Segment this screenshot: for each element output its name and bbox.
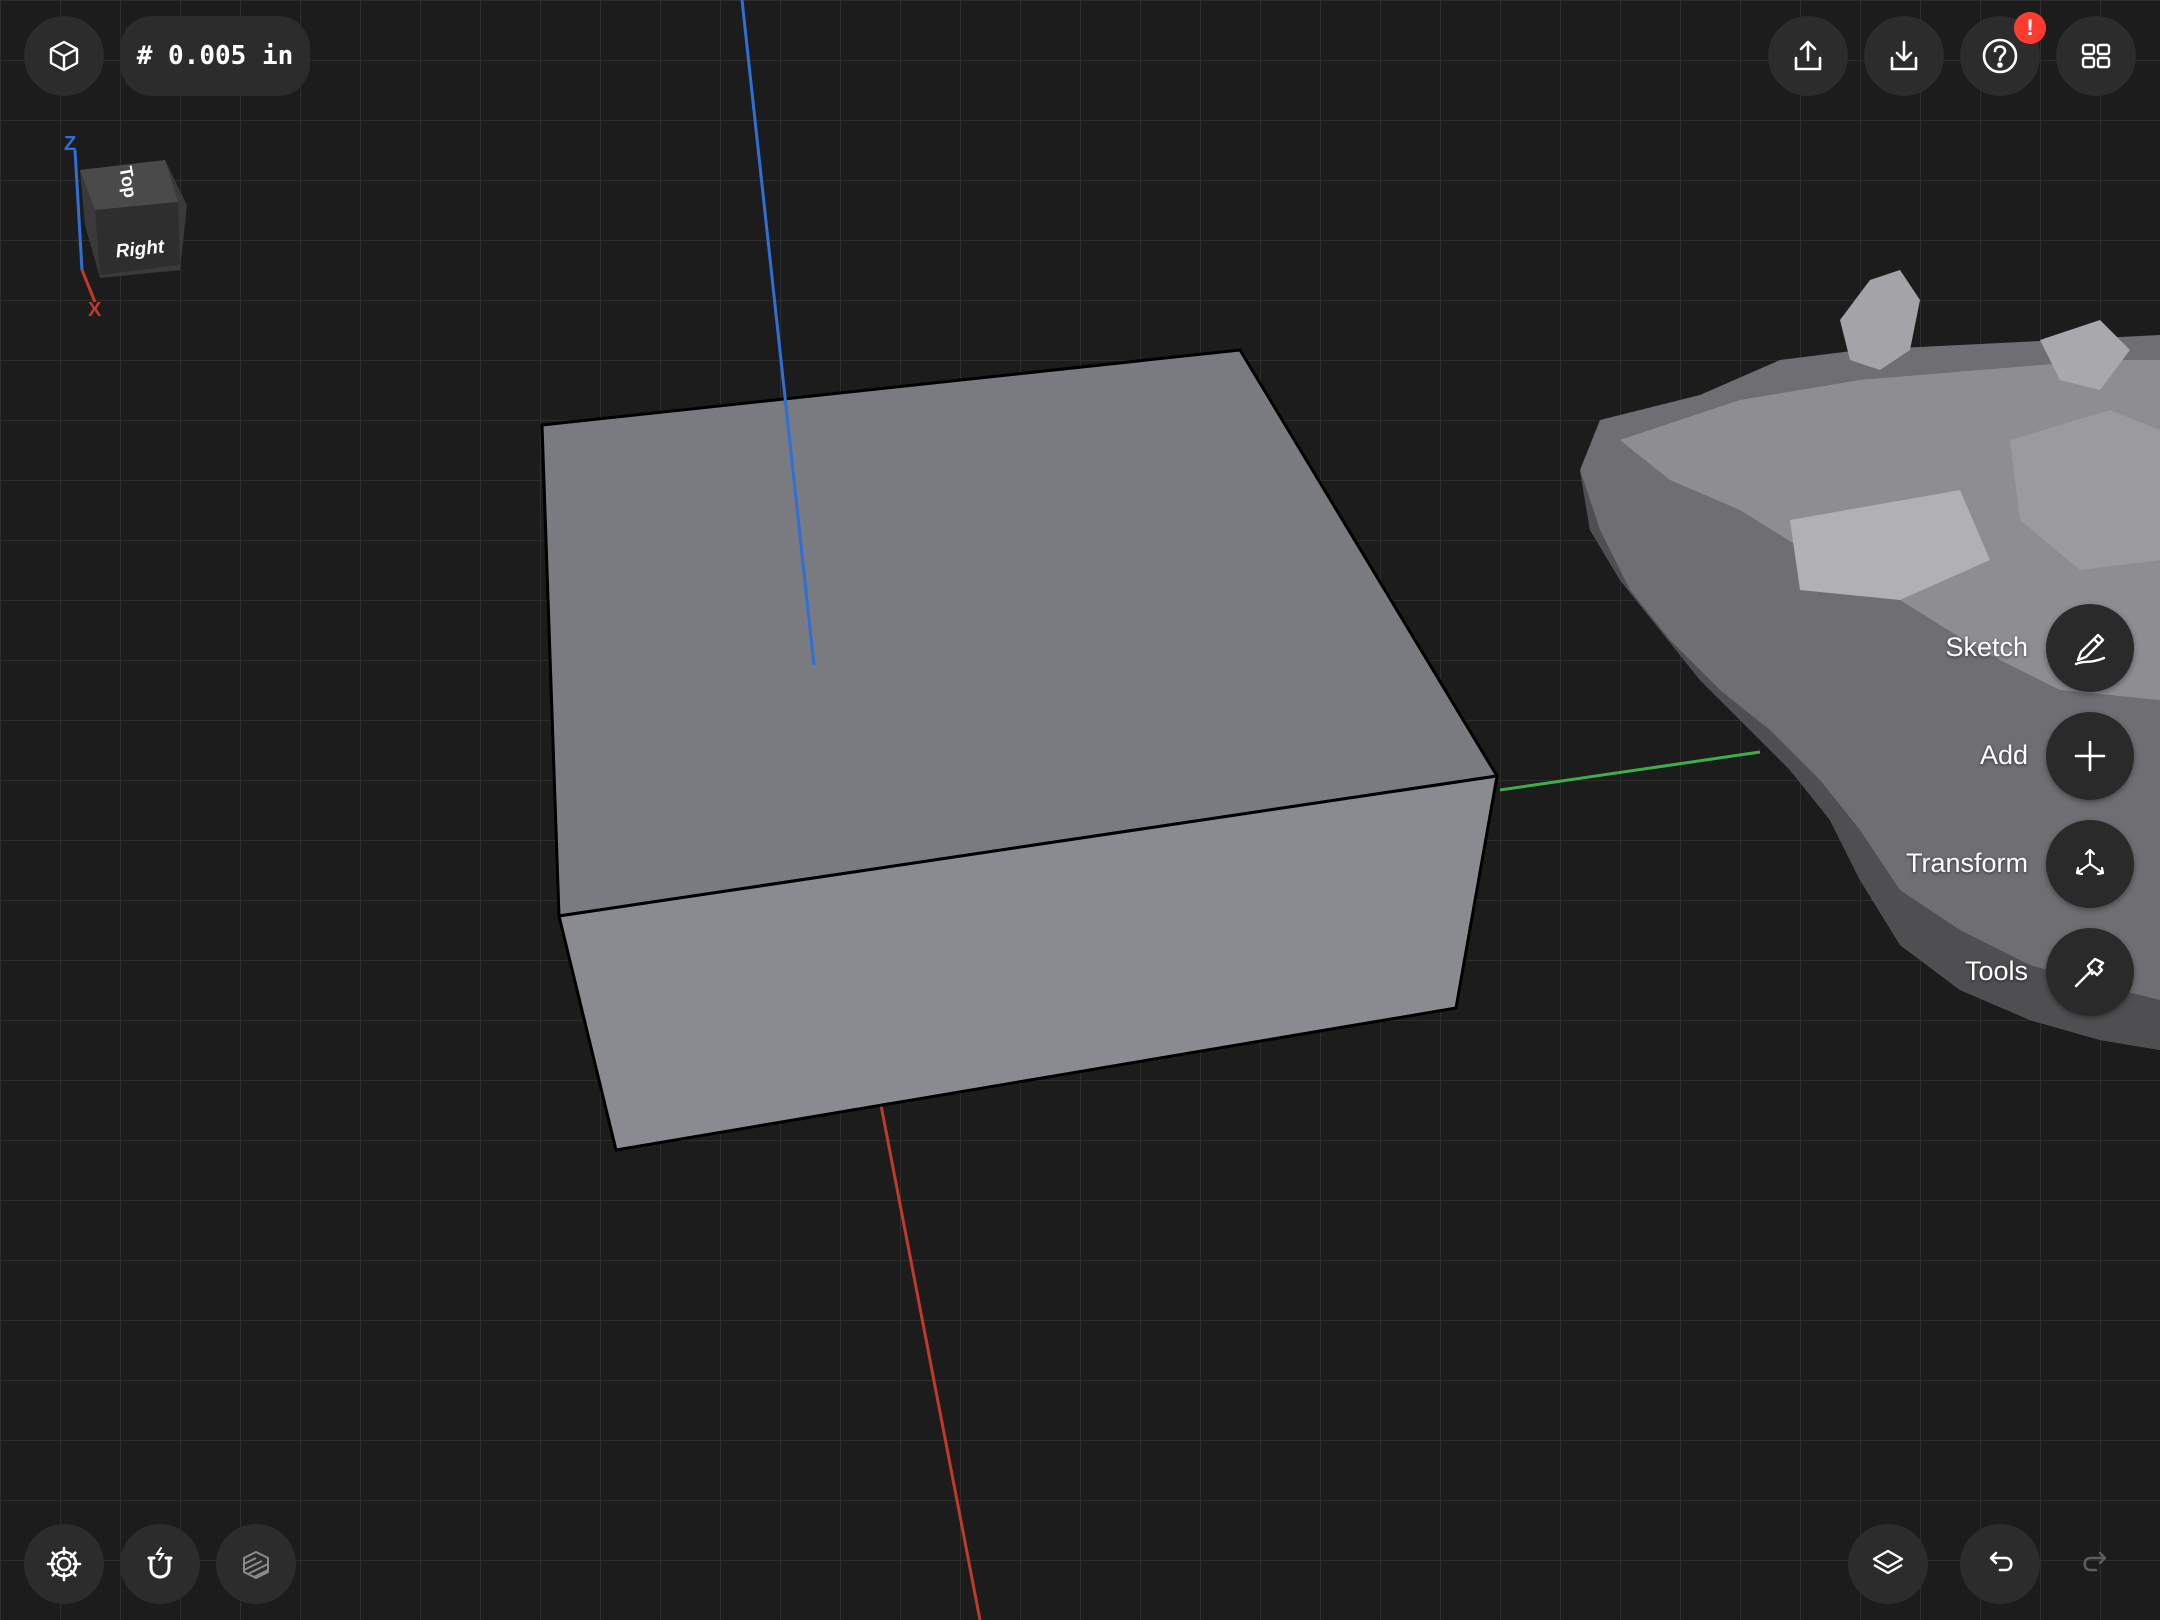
- import-button[interactable]: [1864, 16, 1944, 96]
- section-view-button[interactable]: [216, 1524, 296, 1604]
- help-alert-badge: !: [2014, 12, 2046, 44]
- grid-spacing-label: # 0.005 in: [136, 41, 294, 71]
- export-button[interactable]: [1768, 16, 1848, 96]
- add-label[interactable]: Add: [1980, 740, 2028, 771]
- sketch-button[interactable]: [2046, 604, 2134, 692]
- snap-button[interactable]: [120, 1524, 200, 1604]
- apps-grid-button[interactable]: [2056, 16, 2136, 96]
- tools-label[interactable]: Tools: [1965, 956, 2028, 987]
- settings-button[interactable]: [24, 1524, 104, 1604]
- grid-icon: [2081, 43, 2111, 69]
- layers-icon: [1872, 1549, 1904, 1575]
- hammer-icon: [2074, 957, 2105, 988]
- axis-x-label: X: [88, 299, 102, 321]
- transform-button[interactable]: [2046, 820, 2134, 908]
- download-icon: [1890, 40, 1918, 71]
- 3d-viewport[interactable]: Top Right Z X: [0, 0, 2160, 1620]
- view-mode-button[interactable]: [24, 16, 104, 96]
- gear-icon: [46, 1546, 82, 1582]
- axis-z-label: Z: [64, 133, 76, 155]
- redo-icon: [2083, 1551, 2107, 1572]
- plus-icon: [2074, 740, 2106, 772]
- grid-spacing-button[interactable]: # 0.005 in: [120, 16, 310, 96]
- upload-icon: [1794, 40, 1822, 71]
- transform-label[interactable]: Transform: [1906, 848, 2028, 879]
- add-button[interactable]: [2046, 712, 2134, 800]
- magnet-icon: [147, 1547, 173, 1579]
- question-circle-icon: [1982, 38, 2018, 74]
- transform-arrows-icon: [2075, 848, 2105, 876]
- undo-button[interactable]: [1960, 1524, 2040, 1604]
- sketch-label[interactable]: Sketch: [1945, 632, 2028, 663]
- hatched-cube-icon: [243, 1550, 269, 1580]
- tools-button[interactable]: [2046, 928, 2134, 1016]
- pencil-icon: [2074, 633, 2106, 666]
- redo-button[interactable]: [2056, 1524, 2136, 1604]
- layers-button[interactable]: [1848, 1524, 1928, 1604]
- undo-icon: [1989, 1551, 2013, 1572]
- cube-outline-icon: [49, 40, 79, 72]
